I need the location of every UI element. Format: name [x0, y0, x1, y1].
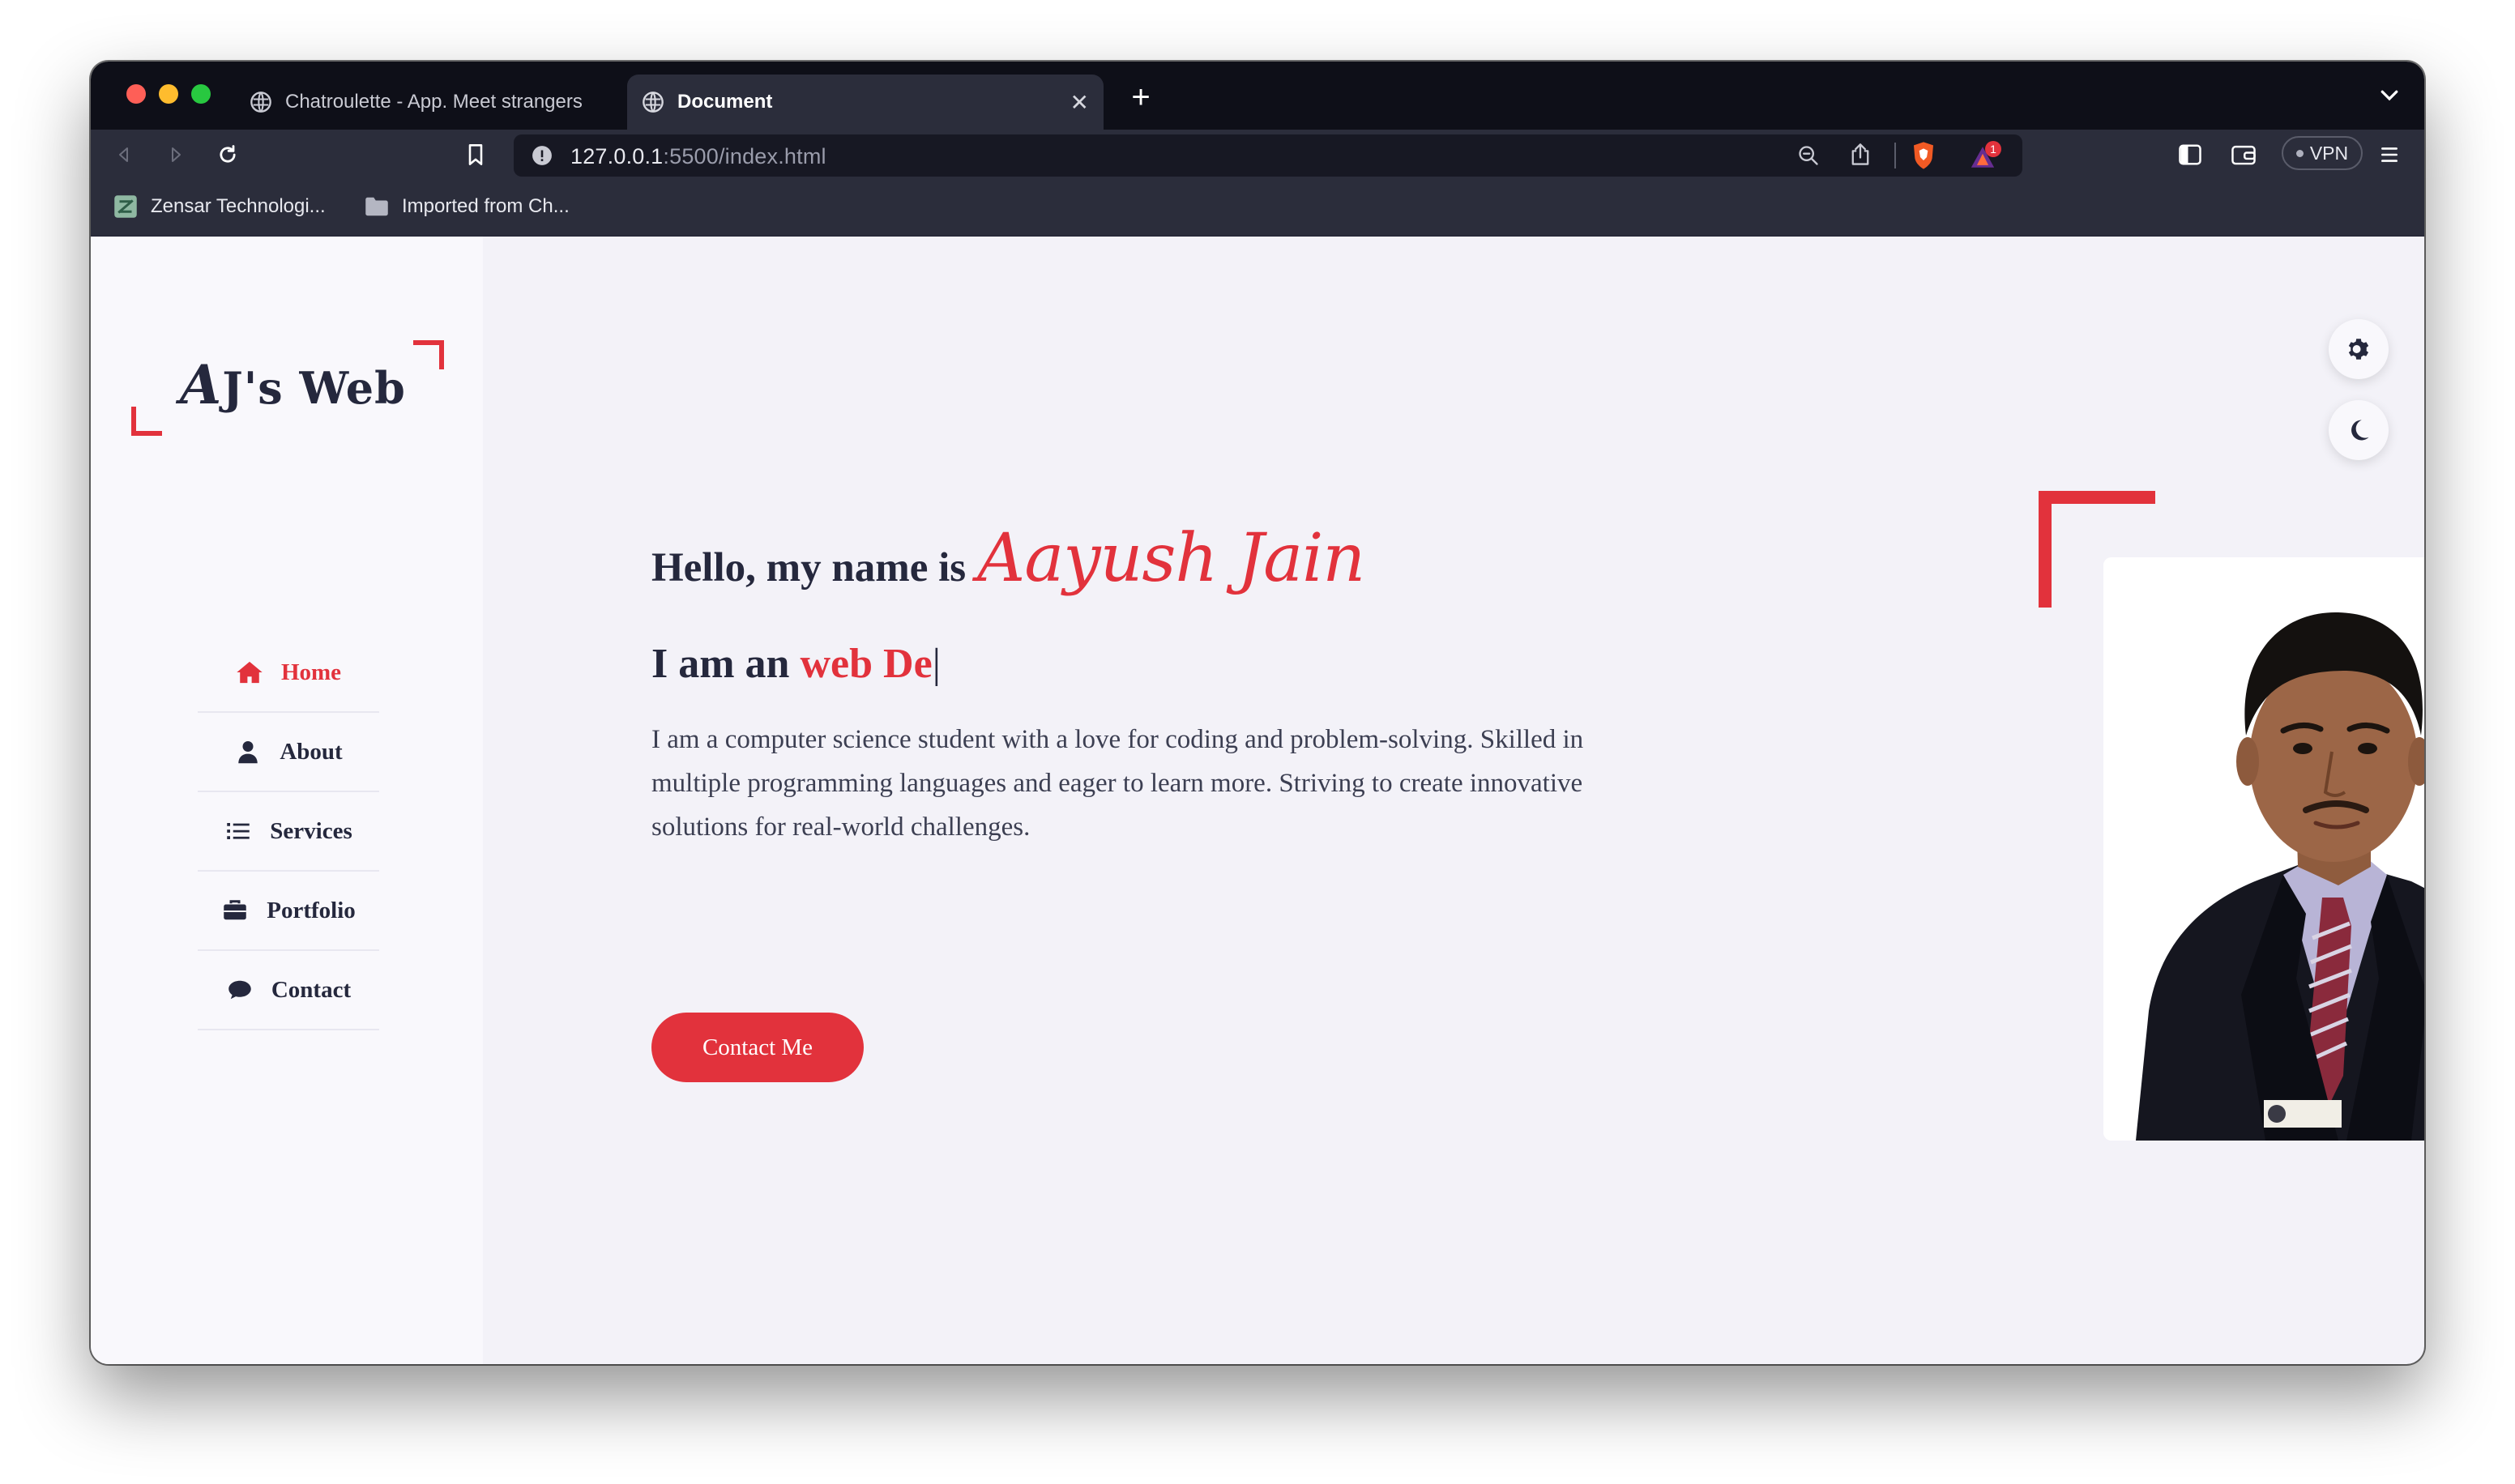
logo-initial: A — [180, 353, 223, 416]
globe-icon — [643, 92, 664, 113]
browser-window: Chatroulette - App. Meet strangers Docum… — [91, 62, 2424, 1364]
role-prefix: I am an — [651, 641, 790, 687]
nav-label: Services — [270, 817, 352, 844]
share-icon[interactable] — [1849, 143, 1872, 167]
address-bar[interactable]: 127.0.0.1:5500/index.html 1 — [514, 134, 2022, 177]
briefcase-icon — [221, 898, 249, 923]
nav-item-contact[interactable]: Contact — [198, 951, 379, 1030]
wallet-icon — [2231, 145, 2256, 165]
site-sidebar: AJ's Web Home About Services Portfolio C… — [91, 237, 483, 1364]
close-tab-icon[interactable]: ✕ — [1070, 89, 1089, 116]
site-logo[interactable]: AJ's Web — [180, 353, 406, 416]
profile-photo — [2103, 557, 2424, 1141]
chat-icon — [226, 978, 254, 1002]
tab-document[interactable]: Document ✕ — [627, 75, 1104, 130]
reload-icon — [220, 145, 236, 163]
back-button[interactable] — [110, 141, 138, 168]
hero-role: I am an web De| — [651, 640, 941, 688]
tab-title: Chatroulette - App. Meet strangers — [285, 91, 583, 113]
sidebar-toggle-button[interactable] — [2176, 141, 2204, 168]
hero-bio: I am a computer science student with a l… — [651, 725, 1584, 842]
profile-portrait-illustration — [2103, 557, 2424, 1141]
minimize-window-button[interactable] — [159, 84, 178, 104]
greeting-text: Hello, my name is — [651, 545, 967, 591]
brave-rewards-button[interactable]: 1 — [1969, 141, 2005, 170]
home-icon — [236, 660, 263, 684]
zoom-out-icon[interactable] — [1797, 144, 1820, 167]
bookmark-label: Imported from Ch... — [402, 195, 570, 217]
vpn-status-icon — [2295, 149, 2304, 157]
settings-button[interactable] — [2329, 319, 2389, 379]
tab-strip: Chatroulette - App. Meet strangers Docum… — [91, 62, 2424, 130]
bookmark-button[interactable] — [462, 141, 489, 168]
folder-icon — [365, 197, 388, 216]
nav-item-services[interactable]: Services — [198, 792, 379, 872]
moon-icon — [2351, 420, 2369, 441]
nav-item-home[interactable]: Home — [198, 633, 379, 713]
zoom-window-button[interactable] — [191, 84, 211, 104]
bookmark-icon — [468, 144, 483, 165]
logo-text: J's Web — [222, 362, 406, 414]
nav-item-portfolio[interactable]: Portfolio — [198, 872, 379, 951]
reload-button[interactable] — [214, 141, 241, 168]
bookmark-label: Zensar Technologi... — [151, 195, 326, 217]
url-text: 127.0.0.1:5500/index.html — [570, 144, 826, 169]
brave-shield-icon[interactable] — [1911, 141, 1936, 170]
tab-title: Document — [677, 91, 773, 113]
browser-toolbar: 127.0.0.1:5500/index.html 1 VPN — [91, 130, 2424, 180]
contact-me-button[interactable]: Contact Me — [651, 1013, 864, 1082]
close-window-button[interactable] — [126, 84, 146, 104]
hero-name: Aayush Jain — [977, 520, 1365, 597]
notification-badge: 1 — [1985, 141, 2001, 157]
web-page: AJ's Web Home About Services Portfolio C… — [91, 237, 2424, 1364]
url-path: :5500/index.html — [663, 144, 826, 168]
nav-label: About — [280, 738, 343, 765]
nav-item-about[interactable]: About — [198, 713, 379, 792]
chevron-down-icon[interactable] — [2377, 83, 2402, 107]
vpn-label: VPN — [2309, 142, 2349, 164]
forward-button[interactable] — [162, 141, 190, 168]
site-favicon — [114, 195, 137, 218]
bookmarks-bar: Zensar Technologi... Imported from Ch... — [91, 180, 2424, 237]
logo-corner-decoration — [131, 407, 162, 436]
list-icon — [224, 819, 252, 843]
typed-role-text: web De — [800, 641, 933, 687]
sidebar-panel-icon — [2179, 144, 2201, 165]
logo-corner-decoration — [413, 340, 444, 369]
info-icon[interactable] — [532, 145, 553, 166]
nav-label: Portfolio — [267, 897, 356, 923]
main-nav: Home About Services Portfolio Contact — [198, 633, 379, 1030]
wallet-button[interactable] — [2230, 141, 2257, 168]
hero-section: Hello, my name is Aayush Jain I am an we… — [483, 237, 2424, 1364]
bookmark-folder-imported[interactable]: Imported from Ch... — [365, 194, 570, 219]
globe-icon — [250, 92, 271, 113]
hamburger-menu-icon — [2381, 147, 2398, 162]
hero-greeting: Hello, my name is Aayush Jain — [651, 520, 1365, 597]
nav-label: Home — [280, 659, 342, 685]
user-icon — [234, 740, 262, 764]
bookmark-zensar[interactable]: Zensar Technologi... — [113, 194, 326, 219]
dark-mode-toggle[interactable] — [2329, 400, 2389, 460]
url-host: 127.0.0.1 — [570, 144, 664, 168]
menu-button[interactable] — [2376, 141, 2403, 168]
back-arrow-icon — [119, 147, 128, 162]
forward-arrow-icon — [172, 147, 181, 162]
gear-icon — [2348, 339, 2369, 360]
vpn-button[interactable]: VPN — [2282, 136, 2363, 170]
new-tab-button[interactable]: + — [1117, 79, 1165, 116]
typing-cursor: | — [932, 641, 942, 687]
nav-label: Contact — [271, 976, 352, 1003]
